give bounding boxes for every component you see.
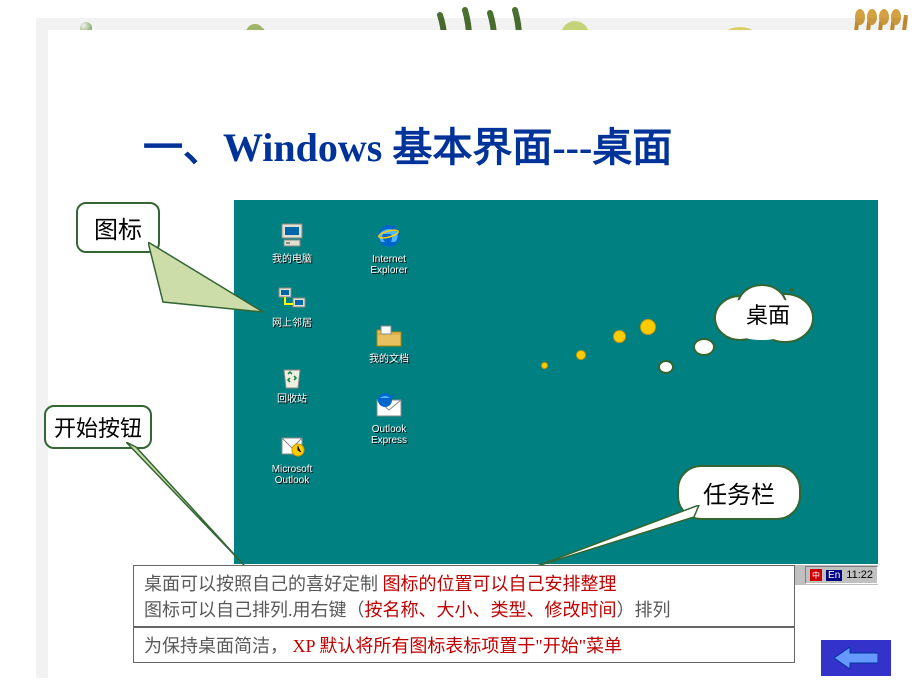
callout-start-arrow xyxy=(126,442,256,572)
cloud-trail xyxy=(693,338,715,356)
tray-icon[interactable]: 中 xyxy=(810,569,822,581)
decor-dot xyxy=(541,362,548,369)
arrow-left-icon xyxy=(834,647,878,669)
clock: 11:22 xyxy=(846,569,873,581)
nav-back-button[interactable] xyxy=(821,640,891,676)
decor-dot xyxy=(576,350,586,360)
note-box-1: 桌面可以按照自己的喜好定制 图标的位置可以自己安排整理 图标可以自己排列.用右键… xyxy=(133,565,795,627)
system-tray: 中 En 11:22 xyxy=(805,566,878,584)
callout-desktop: 桌面 xyxy=(718,288,818,343)
ime-indicator[interactable]: En xyxy=(826,570,842,581)
note-box-2: 为保持桌面简洁， XP 默认将所有图标表标项置于"开始"菜单 xyxy=(133,627,795,663)
slide-title: 一、Windows 基本界面---桌面 xyxy=(143,115,672,173)
decor-dot xyxy=(640,319,656,335)
icon-outlook-express: Outlook Express xyxy=(359,390,419,446)
callout-icon-arrow xyxy=(148,242,278,332)
icon-recycle: 回收站 xyxy=(262,360,322,405)
icon-mydocs: 我的文档 xyxy=(359,320,419,365)
icon-ie: Internet Explorer xyxy=(359,220,419,276)
slide-body: 一、Windows 基本界面---桌面 我的电脑 网上邻居 回收站 Micros… xyxy=(48,30,920,690)
icon-ms-outlook: Microsoft Outlook xyxy=(262,430,322,486)
decor-dot xyxy=(613,330,626,343)
cloud-trail xyxy=(658,360,674,374)
svg-text:中: 中 xyxy=(812,570,820,580)
